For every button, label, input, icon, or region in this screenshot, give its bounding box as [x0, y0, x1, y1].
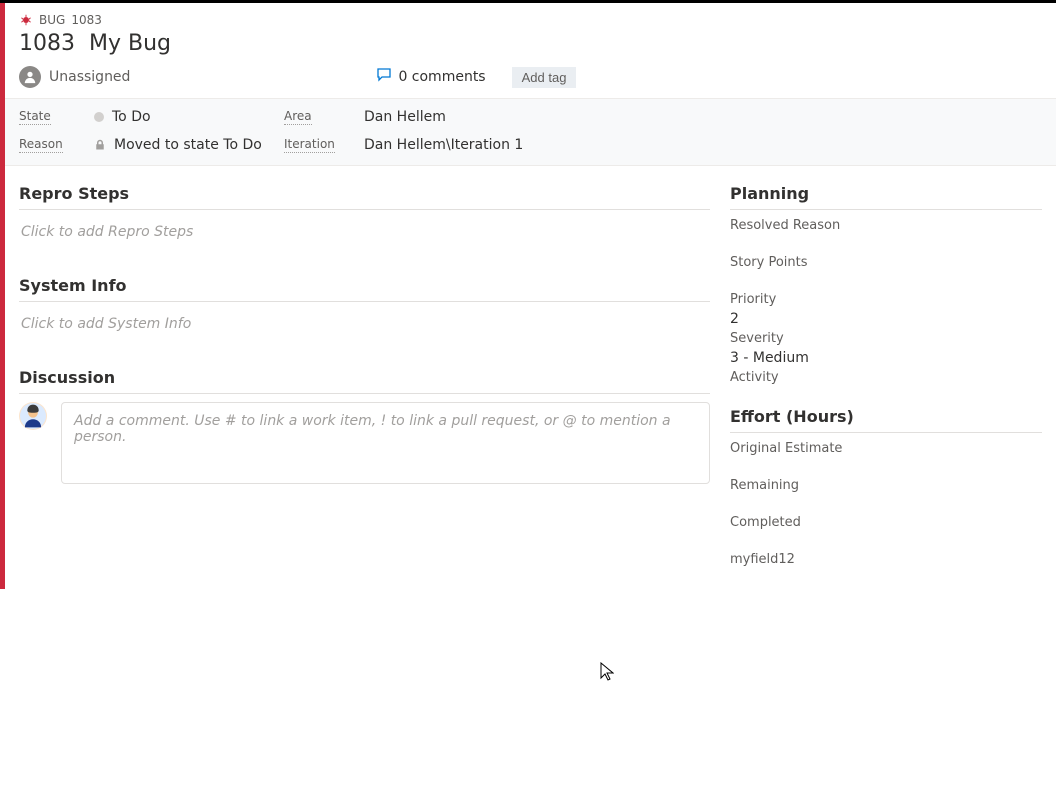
- repro-steps-heading: Repro Steps: [19, 184, 710, 210]
- assignee-picker[interactable]: Unassigned: [19, 66, 130, 88]
- meta-row: Unassigned 0 comments Add tag: [5, 66, 1056, 98]
- reason-picker[interactable]: Moved to state To Do: [94, 137, 274, 153]
- comments-count-label: 0 comments: [398, 69, 485, 85]
- content-columns: Repro Steps Click to add Repro Steps Sys…: [5, 166, 1056, 589]
- comment-input[interactable]: Add a comment. Use # to link a work item…: [61, 402, 710, 484]
- assignee-label: Unassigned: [49, 69, 130, 85]
- breadcrumb-id: 1083: [71, 13, 102, 27]
- completed-label: Completed: [730, 515, 1042, 530]
- planning-heading: Planning: [730, 184, 1042, 210]
- resolved-reason-label: Resolved Reason: [730, 218, 1042, 233]
- reason-value: Moved to state To Do: [114, 137, 262, 153]
- breadcrumb[interactable]: BUG 1083: [5, 3, 1056, 29]
- work-item-form: BUG 1083 1083 My Bug Unassigned 0 commen…: [0, 3, 1056, 589]
- remaining-label: Remaining: [730, 478, 1042, 493]
- work-item-id: 1083: [19, 31, 75, 56]
- state-dot-icon: [94, 112, 104, 122]
- title-row: 1083 My Bug: [5, 29, 1056, 66]
- area-picker[interactable]: Dan Hellem: [364, 109, 1042, 125]
- comment-icon: [376, 67, 392, 87]
- avatar: [19, 402, 47, 430]
- priority-value[interactable]: 2: [730, 311, 1042, 327]
- lock-icon: [94, 139, 106, 151]
- work-item-title[interactable]: My Bug: [89, 31, 171, 56]
- area-label: Area: [284, 109, 312, 124]
- state-picker[interactable]: To Do: [94, 109, 274, 125]
- discussion-heading: Discussion: [19, 368, 710, 394]
- discussion-row: Add a comment. Use # to link a work item…: [19, 402, 710, 484]
- system-info-input[interactable]: Click to add System Info: [19, 310, 710, 338]
- severity-label: Severity: [730, 331, 1042, 346]
- myfield12-label: myfield12: [730, 552, 1042, 567]
- repro-steps-input[interactable]: Click to add Repro Steps: [19, 218, 710, 246]
- area-value: Dan Hellem: [364, 109, 446, 125]
- breadcrumb-type: BUG: [39, 13, 65, 27]
- right-column: Planning Resolved Reason Story Points Pr…: [730, 166, 1056, 589]
- reason-label: Reason: [19, 137, 63, 152]
- iteration-picker[interactable]: Dan Hellem\Iteration 1: [364, 137, 1042, 153]
- left-column: Repro Steps Click to add Repro Steps Sys…: [5, 166, 710, 589]
- iteration-label: Iteration: [284, 137, 335, 152]
- original-estimate-label: Original Estimate: [730, 441, 1042, 456]
- iteration-value: Dan Hellem\Iteration 1: [364, 137, 523, 153]
- mouse-cursor-icon: [600, 662, 614, 686]
- bug-icon: [19, 13, 33, 27]
- classification-band: State To Do Area Dan Hellem Reason Moved…: [5, 98, 1056, 166]
- person-icon: [19, 66, 41, 88]
- system-info-heading: System Info: [19, 276, 710, 302]
- priority-label: Priority: [730, 292, 1042, 307]
- severity-value[interactable]: 3 - Medium: [730, 350, 1042, 366]
- add-tag-button[interactable]: Add tag: [512, 67, 577, 88]
- activity-label: Activity: [730, 370, 1042, 385]
- story-points-label: Story Points: [730, 255, 1042, 270]
- effort-heading: Effort (Hours): [730, 407, 1042, 433]
- state-label: State: [19, 109, 51, 124]
- comments-button[interactable]: 0 comments: [376, 67, 485, 87]
- state-value: To Do: [112, 109, 151, 125]
